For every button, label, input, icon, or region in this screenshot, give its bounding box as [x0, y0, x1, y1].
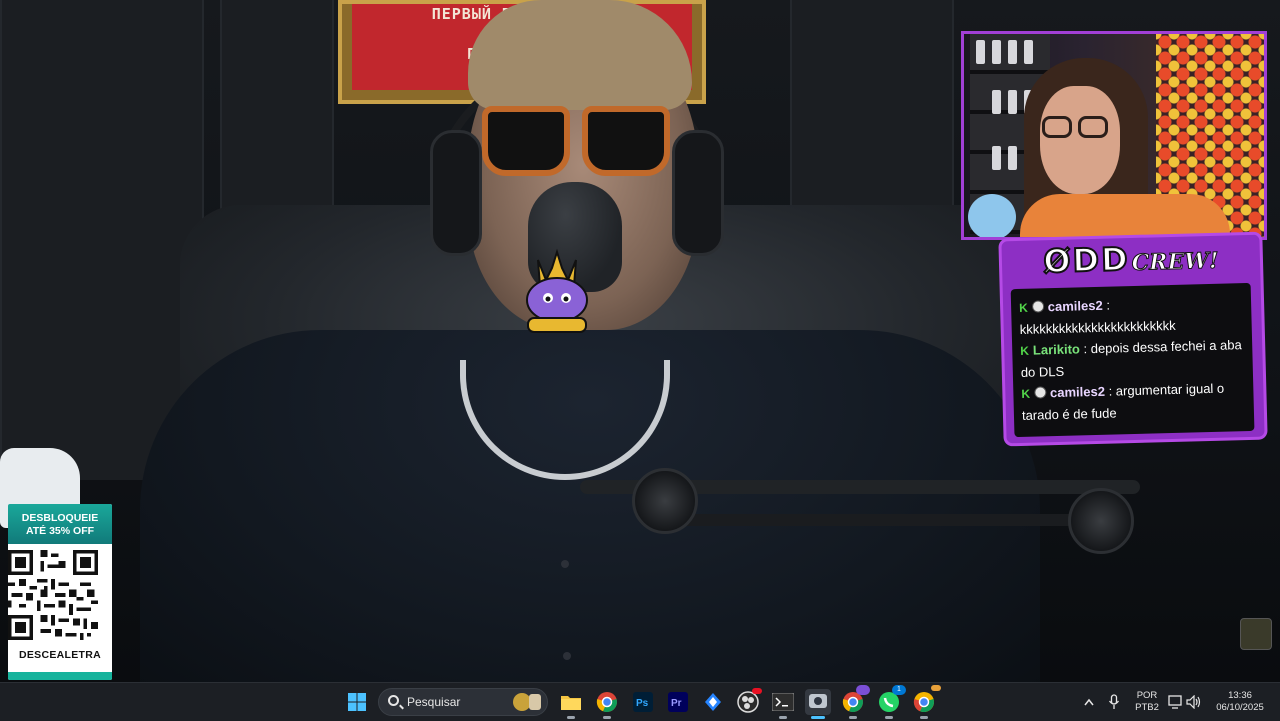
svg-text:Ps: Ps: [636, 698, 649, 709]
chrome-canary-icon[interactable]: [911, 685, 941, 719]
chat-logo-main: ØDD: [1042, 239, 1131, 281]
taskbar-search[interactable]: Pesquisar: [378, 688, 548, 716]
chat-username: camiles2: [1049, 383, 1106, 401]
eyeglasses: [1034, 116, 1114, 142]
network-icon[interactable]: [1166, 689, 1186, 715]
svg-text:Pr: Pr: [671, 698, 682, 709]
chat-text: kkkkkkkkkkkkkkkkkkkkkkkk: [1019, 317, 1176, 337]
chat-username: Larikito: [1032, 341, 1081, 358]
promo-headline: DESBLOQUEIE ATÉ 35% OFF: [8, 504, 112, 544]
webcam-overlay: [961, 31, 1267, 240]
promo-code: DESCEALETRA: [18, 649, 102, 661]
search-icon: [388, 695, 399, 706]
kick-badge-icon: K: [1018, 300, 1029, 315]
screen-capture-icon[interactable]: [805, 689, 831, 719]
clock-time: 13:36: [1228, 690, 1252, 701]
mascot-sticker: [526, 248, 588, 333]
premiere-icon[interactable]: Pr: [665, 689, 691, 715]
subscriber-badge-icon: [1033, 386, 1047, 399]
clock[interactable]: 13:36 06/10/2025: [1210, 690, 1270, 714]
chat-logo-sub: CREW!: [1131, 247, 1220, 277]
microphone-icon[interactable]: [1104, 689, 1124, 715]
plush-bear: [968, 194, 1016, 237]
photoshop-icon[interactable]: Ps: [630, 689, 656, 715]
headphone-right: [672, 130, 724, 256]
chat-username: camiles2: [1047, 297, 1103, 315]
chat-overlay: ØDDCREW! Kcamiles2 : kkkkkkkkkkkkkkkkkkk…: [1001, 234, 1265, 444]
file-explorer-icon[interactable]: [558, 689, 584, 719]
mic-boom-arm-lower: [640, 514, 1100, 526]
boom-knob: [632, 468, 698, 534]
chrome-icon[interactable]: [594, 689, 620, 719]
terminal-icon[interactable]: [770, 689, 796, 719]
headphone-left: [430, 130, 482, 256]
chat-message: Kcamiles2 : kkkkkkkkkkkkkkkkkkkkkkkk: [1018, 297, 1176, 337]
whatsapp-badge: 1: [892, 685, 906, 695]
volume-icon[interactable]: [1184, 689, 1204, 715]
obs-icon[interactable]: [735, 688, 762, 715]
search-placeholder: Pesquisar: [407, 695, 461, 709]
windows-start-icon[interactable]: [344, 689, 370, 715]
streamer-shirt: [1020, 194, 1230, 237]
channel-avatar-icon: [1240, 618, 1272, 650]
boom-knob: [1068, 488, 1134, 554]
windows-taskbar: Pesquisar Ps Pr 1 POR PTB2 13:36 06/10/2…: [0, 682, 1280, 721]
chat-message: Kcamiles2 : argumentar igual o tarado é …: [1021, 380, 1225, 423]
chat-message: K Larikito : depois dessa fechei a aba do…: [1020, 337, 1242, 380]
kick-badge-icon: K: [1021, 386, 1031, 401]
chrome-profile-icon[interactable]: [840, 685, 870, 719]
qr-code-icon: [8, 550, 98, 640]
kick-badge-icon: K: [1020, 343, 1030, 358]
language-indicator[interactable]: POR PTB2: [1132, 690, 1162, 714]
cap: [468, 0, 692, 110]
promo-qr-card: DESBLOQUEIE ATÉ 35% OFF DESCEALETRA: [8, 504, 112, 680]
chevron-up-icon[interactable]: [1080, 689, 1098, 715]
chat-logo: ØDDCREW!: [1001, 237, 1260, 282]
shirt-button: [563, 652, 571, 660]
chat-messages: Kcamiles2 : kkkkkkkkkkkkkkkkkkkkkkkk K La…: [1010, 282, 1255, 438]
whatsapp-icon[interactable]: 1: [876, 685, 906, 719]
shirt-button: [561, 560, 569, 568]
clock-date: 06/10/2025: [1216, 702, 1264, 713]
sunglasses: [482, 106, 672, 178]
subscriber-badge-icon: [1031, 300, 1044, 313]
sourcetree-icon[interactable]: [700, 689, 726, 715]
